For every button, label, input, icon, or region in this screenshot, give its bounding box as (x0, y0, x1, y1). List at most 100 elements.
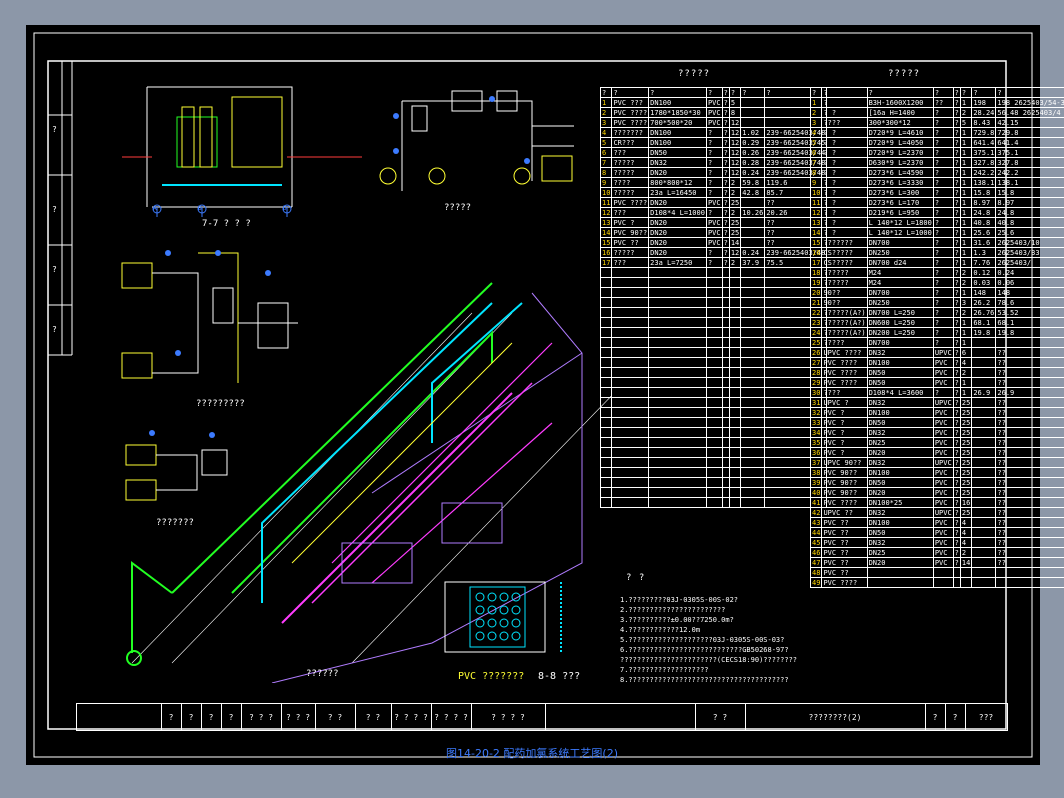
table-cell: 1 (959, 387, 973, 398)
table-row: 38 PVC 90?? DN100 PVC? 25?? (809, 467, 1064, 478)
table-cell: PVC ???? (611, 107, 650, 118)
table-cell (740, 477, 766, 488)
table-cell: 24 (809, 327, 823, 338)
table-row: 17??? 23a L=7250?? 2 37.9 75.5 (599, 257, 828, 268)
table-cell: ??? (611, 207, 650, 218)
table-cell: 16 (959, 497, 973, 508)
table-row: 14? ? L 140*12 L=1000?? 1 25.6 25.6 (809, 227, 1064, 238)
table-cell: ? (952, 377, 961, 388)
table-cell (971, 337, 997, 348)
table-cell: D219*6 L=950 (866, 207, 934, 218)
table-cell: ? (952, 117, 961, 128)
table-cell (599, 327, 613, 338)
table-cell: ? (932, 287, 954, 298)
table-cell (599, 277, 613, 288)
table-cell (728, 307, 742, 318)
table-cell: 12 (728, 117, 742, 128)
table-row: 15 PVC ?? DN20 PVC? 14?? (599, 237, 828, 248)
table-cell (705, 467, 723, 478)
table-cell: 23a L=7250 (648, 257, 707, 268)
table-cell (599, 487, 613, 498)
table-row: 3???? 300*300*12?? 5 8.43 42.15 (809, 117, 1064, 128)
table-cell: ? (952, 537, 961, 548)
table-cell: ? (932, 187, 954, 198)
table-cell: L 140*12 L=1800 (866, 217, 934, 228)
table-cell: UPVC (932, 347, 954, 358)
table-cell: 25 (959, 417, 973, 428)
table-cell (648, 457, 707, 468)
table-cell (740, 457, 766, 468)
table-cell: PVC (932, 557, 954, 568)
table-cell (599, 397, 613, 408)
table-row: 14 PVC 90?? DN20 PVC? 25?? (599, 227, 828, 238)
table-cell (740, 327, 766, 338)
table-cell: 37 (809, 457, 823, 468)
table-cell (611, 387, 650, 398)
table-cell: 35 (809, 437, 823, 448)
table-cell: 12 (728, 137, 742, 148)
table-cell: 2 (959, 307, 973, 318)
table-cell: 26.2 (971, 297, 997, 308)
table-cell: 12 (728, 247, 742, 258)
table-cell: 1 (959, 287, 973, 298)
table-header-cell: ? (721, 87, 730, 98)
table-cell: 0.24 (740, 247, 766, 258)
table-header-cell: ? (809, 87, 823, 98)
table-cell: ? (952, 297, 961, 308)
table-cell (705, 337, 723, 348)
table-cell: ? (952, 127, 961, 138)
table-cell: PVC ?? (611, 237, 650, 248)
table-row: 9???? 800*800*12?? 2 59.8 119.6 (599, 177, 828, 188)
table-cell (740, 297, 766, 308)
note-line: 1.?????????03J-0305S-00S-02? (620, 596, 739, 604)
table-cell: ? (705, 157, 723, 168)
table-cell: ?? (995, 437, 1064, 448)
table2-title: ????? (888, 69, 921, 79)
table-cell: 47 (809, 557, 823, 568)
table-cell: 1 (959, 137, 973, 148)
table-cell: 15 (809, 237, 823, 248)
table-cell: ? (952, 187, 961, 198)
table-cell: PVC (932, 477, 954, 488)
table-cell: 0.24 (995, 267, 1064, 278)
table-header-cell: ? (648, 87, 707, 98)
table-cell (611, 277, 650, 288)
table-cell: ? (705, 247, 723, 258)
table-cell: 300*300*12 (866, 117, 934, 128)
table-cell: 375.1 (995, 147, 1064, 158)
table-cell (599, 417, 613, 428)
table-cell: PVC ? (821, 417, 868, 428)
table-cell: 9 (809, 177, 823, 188)
table-cell: 2 (959, 107, 973, 118)
table-cell: ????? (611, 157, 650, 168)
table-cell (705, 307, 723, 318)
table-cell: 2625403/ (995, 257, 1064, 268)
table-row: 12? ? D219*6 L=950?? 1 24.8 24.8 (809, 207, 1064, 218)
table-row-blank (599, 467, 828, 478)
table-cell: 1.3 (971, 247, 997, 258)
table-cell: PVC ? (611, 217, 650, 228)
table-cell (611, 437, 650, 448)
table-cell (932, 567, 954, 578)
table-cell (721, 397, 730, 408)
table-cell: ? (952, 507, 961, 518)
table-cell: 1 (959, 327, 973, 338)
table-cell (740, 267, 766, 278)
table-cell: PVC (932, 377, 954, 388)
table-cell: 4 (959, 357, 973, 368)
table-cell (599, 317, 613, 328)
table-cell: 8 (809, 167, 823, 178)
table-cell: ? (721, 217, 730, 228)
table-cell: ? (721, 167, 730, 178)
table-cell: 25 (959, 457, 973, 468)
table-cell (611, 417, 650, 428)
section-8-8-label: 8-8 ??? (538, 671, 581, 682)
table-cell: 24.8 (995, 207, 1064, 218)
table-cell (721, 357, 730, 368)
table-cell: ? (952, 277, 961, 288)
table-cell: ? (932, 157, 954, 168)
table-cell (705, 287, 723, 298)
table-cell (705, 327, 723, 338)
table-cell (721, 437, 730, 448)
table-cell: ? (721, 147, 730, 158)
